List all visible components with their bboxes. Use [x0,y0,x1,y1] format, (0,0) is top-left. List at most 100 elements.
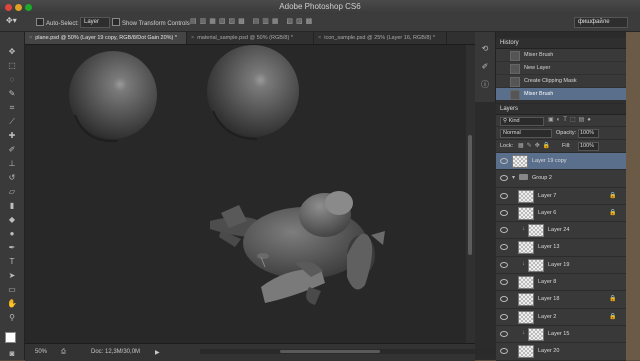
history-item-label: Mixer Brush [524,52,554,58]
pen-tool-icon[interactable]: ✒ [6,242,18,253]
history-panel-title[interactable]: History [496,38,626,49]
marquee-tool-icon[interactable]: ⬚ [6,60,18,71]
history-item-label: Create Clipping Mask [524,78,577,84]
filter-kind-dropdown[interactable]: ⚲ Kind [500,117,544,126]
canvas-vertical-scrollbar[interactable] [466,45,475,343]
layer-name: Group 2 [532,175,552,182]
shape-tool-icon[interactable]: ▭ [6,284,18,295]
brush-panel-icon[interactable]: ✐ [480,62,490,72]
gradient-tool-icon[interactable]: ▮ [6,200,18,211]
workspace-switcher[interactable]: фишфайле [574,17,628,28]
layer-row-layer-19-copy[interactable]: Layer 19 copy [496,153,626,171]
sphere-left [69,51,157,143]
type-tool-icon[interactable]: T [6,256,18,267]
layer-row-layer-19[interactable]: ↓ Layer 19 [496,257,626,275]
layer-row-layer-24[interactable]: ↓ Layer 24 [496,222,626,240]
layer-thumbnail [528,224,544,238]
hand-tool-icon[interactable]: ✋ [6,298,18,309]
visibility-eye-icon[interactable] [500,175,508,182]
layer-row-layer-15[interactable]: ↓ Layer 15 [496,326,626,344]
layer-name: Layer 19 [548,261,570,268]
clone-stamp-tool-icon[interactable]: ⊥ [6,158,18,169]
layer-row-layer-2[interactable]: Layer 2 🔒 [496,309,626,326]
fill-input[interactable]: 100% [578,142,599,151]
visibility-eye-icon[interactable] [500,209,508,216]
history-item[interactable]: New Layer [496,62,626,75]
history-item[interactable]: Mixer Brush [496,49,626,62]
layer-row-layer-8[interactable]: Layer 8 [496,274,626,292]
layer-thumbnail [528,258,544,272]
auto-select-dropdown[interactable]: Layer [80,17,110,28]
layer-row-layer-18[interactable]: Layer 18 🔒 [496,291,626,309]
visibility-eye-icon[interactable] [500,158,508,164]
canvas-horizontal-scrollbar[interactable] [200,349,495,354]
artwork [69,45,385,305]
crop-tool-icon[interactable]: ⌗ [6,102,18,113]
horizontal-scroll-thumb[interactable] [280,350,380,353]
move-tool-preset-icon[interactable]: ✥▾ [6,16,17,25]
status-menu-arrow-icon[interactable]: ▶ [155,349,160,356]
visibility-eye-icon[interactable] [500,313,508,320]
history-panel-icon[interactable]: ⟲ [480,44,490,54]
info-panel-icon[interactable]: ⓘ [480,80,490,90]
options-bar: ✥▾ Auto-Select: Layer Show Transform Con… [0,14,640,32]
quick-select-tool-icon[interactable]: ✎ [6,88,18,99]
close-tab-icon[interactable]: × [191,35,194,41]
visibility-eye-icon[interactable] [500,261,508,268]
blend-mode-dropdown[interactable]: Normal [500,129,552,138]
tab-plane[interactable]: × plane.psd @ 50% (Layer 19 copy, RGB/8/D… [25,32,187,44]
brush-tool-icon[interactable]: ✐ [6,144,18,155]
lock-options-icons[interactable]: ▦✎✥🔒 [518,142,553,149]
tab-icon-sample[interactable]: × icon_sample.psd @ 25% (Layer 16, RGB/8)… [314,32,447,44]
expand-arrow-icon[interactable]: ▾ [512,174,515,181]
layer-name: Layer 8 [538,279,557,286]
auto-select-checkbox[interactable]: Auto-Select: [36,18,79,27]
quick-mask-icon[interactable]: ◙ [6,348,18,359]
layers-panel-title[interactable]: Layers [496,104,626,115]
close-tab-icon[interactable]: × [29,35,32,41]
opacity-input[interactable]: 100% [578,129,599,138]
collapsed-panel-dock: ⟲ ✐ ⓘ [475,32,496,102]
layer-thumbnail [518,276,534,290]
layer-row-group-2[interactable]: ▾ Group 2 [496,170,626,188]
layer-name: Layer 13 [538,244,560,251]
lock-label: Lock: [500,143,514,149]
move-tool-icon[interactable]: ✥ [6,46,18,57]
history-item[interactable]: Create Clipping Mask [496,75,626,88]
visibility-eye-icon[interactable] [500,192,508,199]
layer-row-layer-6[interactable]: Layer 6 🔒 [496,205,626,223]
close-tab-icon[interactable]: × [318,35,321,41]
tab-label: icon_sample.psd @ 25% (Layer 16, RGB/8) … [324,35,435,41]
align-buttons-icon[interactable]: ▤▥▦▧▨▩ ▤▥▦ ▧▨▩ [190,17,315,25]
blur-tool-icon[interactable]: ◆ [6,214,18,225]
eyedropper-tool-icon[interactable]: ⟋ [6,116,18,127]
layer-name: Layer 20 [538,348,560,355]
lock-icon: 🔒 [609,192,617,199]
visibility-eye-icon[interactable] [500,296,508,303]
export-icon[interactable]: ⎙ [61,349,66,356]
visibility-eye-icon[interactable] [500,227,508,234]
foreground-color-swatch[interactable] [5,332,16,343]
visibility-eye-icon[interactable] [500,279,508,286]
layer-filter-icons[interactable]: ▣◐T⬚▤● [548,116,594,123]
layer-row-layer-7[interactable]: Layer 7 🔒 [496,188,626,205]
layer-name: Layer 7 [538,192,557,199]
vertical-scroll-thumb[interactable] [468,135,472,255]
document-canvas[interactable] [25,45,466,343]
visibility-eye-icon[interactable] [500,244,508,251]
lasso-tool-icon[interactable]: ◌ [6,74,18,85]
transform-controls-checkbox[interactable]: Show Transform Controls [112,18,190,27]
healing-brush-tool-icon[interactable]: ✚ [6,130,18,141]
tab-material-sample[interactable]: × material_sample.psd @ 50% (RGB/8) * [187,32,314,44]
history-brush-tool-icon[interactable]: ↺ [6,172,18,183]
dodge-tool-icon[interactable]: ● [6,228,18,239]
layer-row-layer-13[interactable]: Layer 13 [496,239,626,257]
layer-row-layer-20[interactable]: Layer 20 [496,343,626,361]
window-title: Adobe Photoshop CS6 [279,2,361,11]
visibility-eye-icon[interactable] [500,330,508,337]
eraser-tool-icon[interactable]: ▱ [6,186,18,197]
zoom-level[interactable]: 50% [35,349,47,355]
zoom-tool-icon[interactable]: ⚲ [6,312,18,323]
visibility-eye-icon[interactable] [500,348,508,355]
path-selection-tool-icon[interactable]: ➤ [6,270,18,281]
